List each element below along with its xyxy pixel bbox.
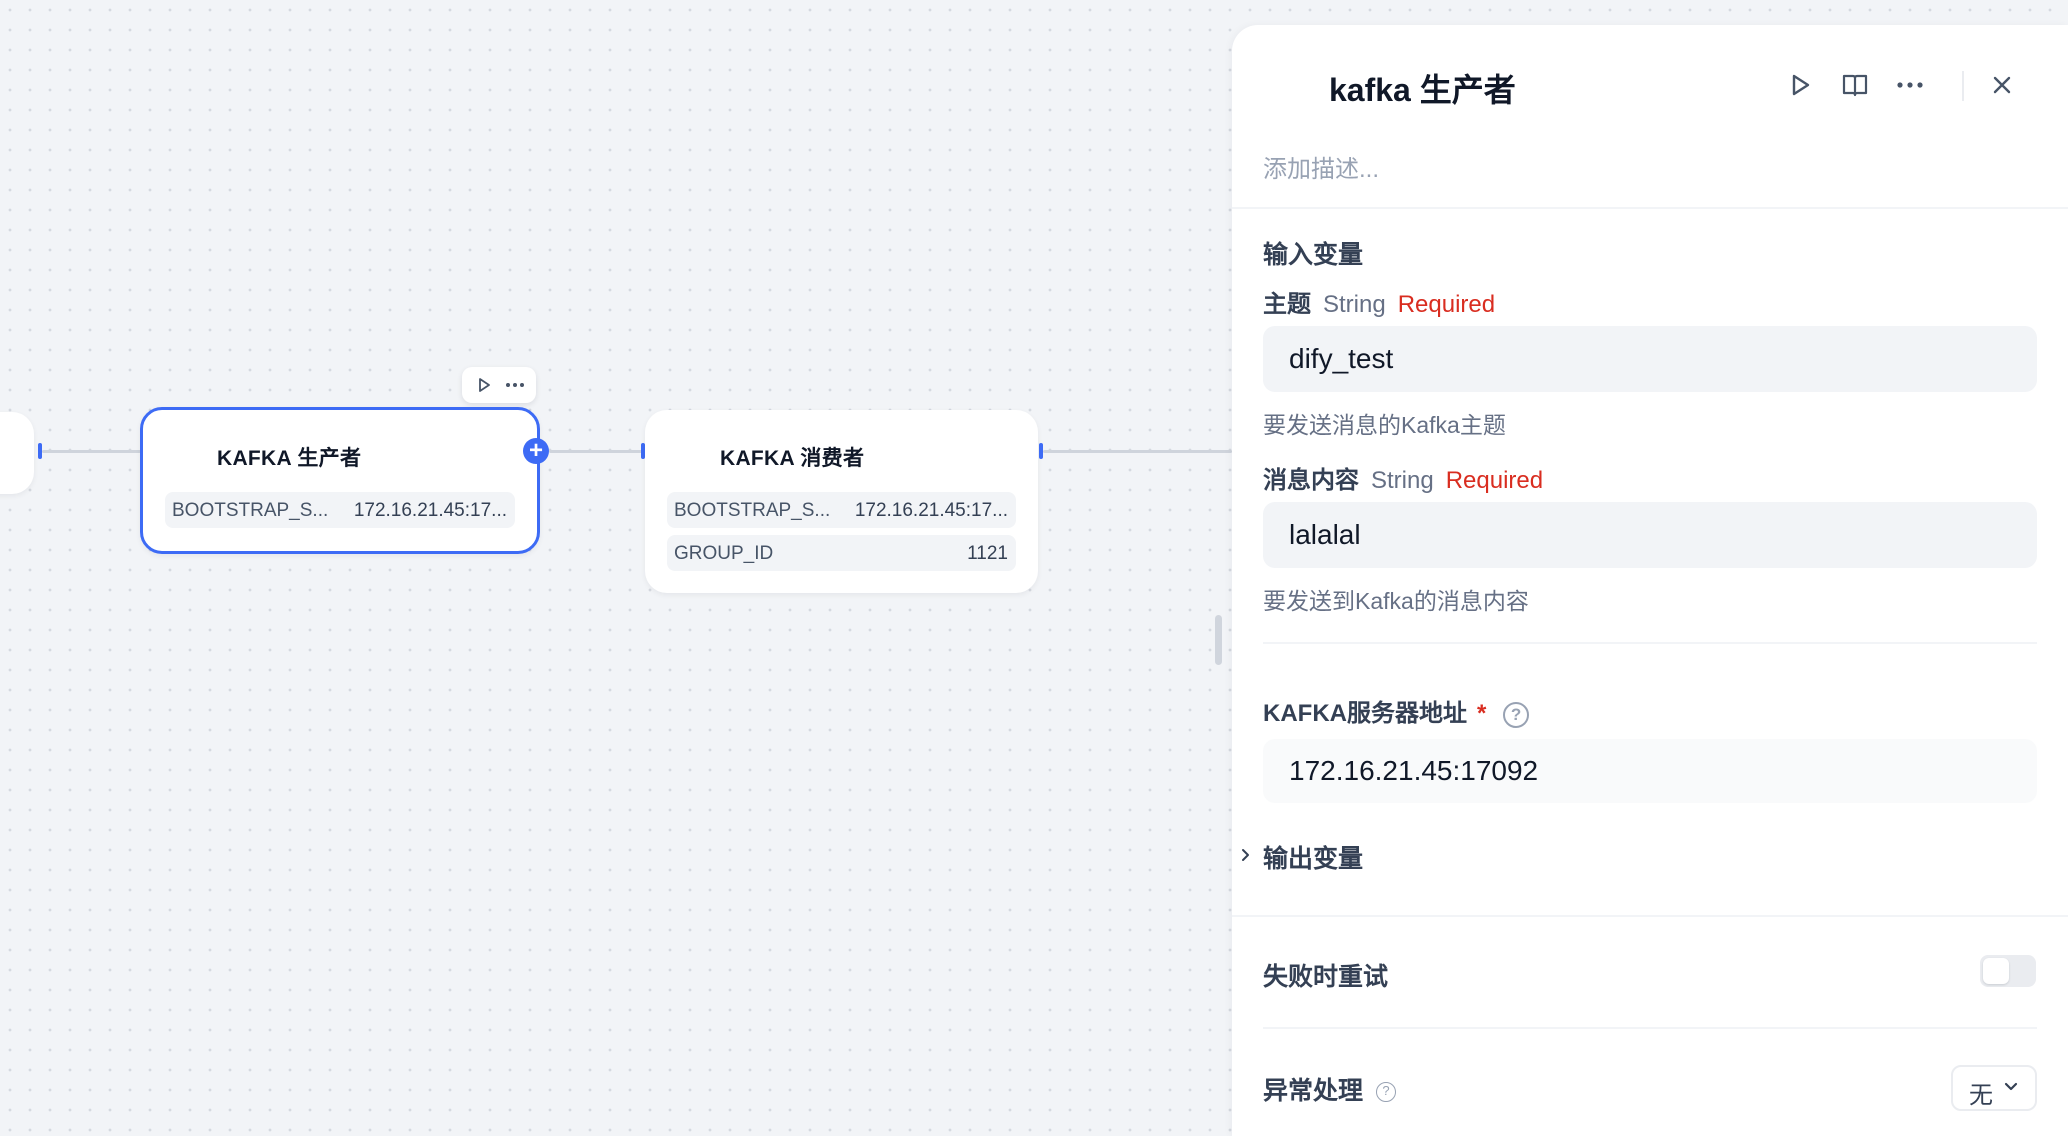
previous-node[interactable] <box>0 412 34 494</box>
required-mark: * <box>1477 700 1487 727</box>
play-icon <box>1792 74 1810 96</box>
edge-previous-to-producer <box>42 450 142 453</box>
edge-consumer-to-next <box>1043 450 1232 453</box>
chevron-down-icon <box>2004 1082 2018 1091</box>
field-type: String <box>1323 291 1386 318</box>
server-address-input[interactable]: 172.16.21.45:17092 <box>1263 739 2037 803</box>
header-separator <box>1962 71 1964 101</box>
node-title: KAFKA 生产者 <box>217 447 362 470</box>
book-icon <box>1842 74 1868 97</box>
divider <box>1263 1027 2037 1029</box>
panel-resize-handle[interactable] <box>1215 615 1222 665</box>
message-input[interactable]: lalalal <box>1263 502 2037 568</box>
divider <box>1232 915 2068 917</box>
divider <box>1263 642 2037 644</box>
server-address-label: KAFKA服务器地址 * ? <box>1263 693 1530 728</box>
error-handling-label: 异常处理 ? <box>1263 1071 1396 1107</box>
more-icon[interactable] <box>504 376 526 394</box>
select-value: 无 <box>1969 1082 1993 1109</box>
close-icon <box>1993 76 2011 94</box>
param-key: BOOTSTRAP_S... <box>674 500 831 521</box>
more-icon <box>1897 82 1923 88</box>
help-icon[interactable]: ? <box>1375 1082 1396 1103</box>
kafka-producer-node[interactable]: KAFKA 生产者 BOOTSTRAP_S... 172.16.21.45:17… <box>140 407 540 554</box>
description-input[interactable]: 添加描述... <box>1263 149 1379 184</box>
error-handling-select[interactable]: 无 <box>1951 1065 2037 1111</box>
retry-toggle[interactable] <box>1980 955 2036 987</box>
close-panel-button[interactable] <box>1984 67 2020 103</box>
param-key: BOOTSTRAP_S... <box>172 500 329 521</box>
node-param-row: BOOTSTRAP_S... 172.16.21.45:17... <box>165 492 515 528</box>
message-hint: 要发送到Kafka的消息内容 <box>1263 588 1529 614</box>
docs-button[interactable] <box>1837 67 1873 103</box>
field-required: Required <box>1445 467 1544 494</box>
chevron-right-icon <box>1242 849 1249 861</box>
more-options-button[interactable] <box>1892 67 1928 103</box>
node-param-row: GROUP_ID 1121 <box>667 535 1016 571</box>
add-node-button[interactable]: + <box>523 438 549 464</box>
play-icon[interactable] <box>475 376 493 394</box>
node-title: KAFKA 消费者 <box>720 447 865 470</box>
panel-title[interactable]: kafka 生产者 <box>1329 65 1516 111</box>
kafka-consumer-node[interactable]: KAFKA 消费者 BOOTSTRAP_S... 172.16.21.45:17… <box>645 410 1038 593</box>
param-value: 172.16.21.45:17... <box>353 500 507 521</box>
output-variables-toggle[interactable]: 输出变量 <box>1240 835 1440 875</box>
field-required: Required <box>1397 291 1496 318</box>
edge-producer-to-consumer <box>549 450 643 453</box>
toggle-knob <box>1983 958 2009 984</box>
error-handling-text: 异常处理 <box>1263 1077 1364 1105</box>
message-field-label: 消息内容 String Required <box>1263 460 1543 495</box>
param-key: GROUP_ID <box>674 543 774 564</box>
node-toolbar <box>462 367 536 403</box>
field-name: KAFKA服务器地址 <box>1263 700 1467 727</box>
input-variables-title: 输入变量 <box>1263 241 1364 269</box>
field-name: 主题 <box>1263 291 1311 318</box>
output-variables-title: 输出变量 <box>1263 845 1364 873</box>
run-node-button[interactable] <box>1782 67 1818 103</box>
param-value: 172.16.21.45:17... <box>854 500 1008 521</box>
help-icon[interactable]: ? <box>1503 701 1530 728</box>
topic-input[interactable]: dify_test <box>1263 326 2037 392</box>
divider <box>1232 207 2068 209</box>
node-param-row: BOOTSTRAP_S... 172.16.21.45:17... <box>667 492 1016 528</box>
topic-hint: 要发送消息的Kafka主题 <box>1263 412 1506 438</box>
workflow-canvas[interactable]: KAFKA 生产者 BOOTSTRAP_S... 172.16.21.45:17… <box>0 0 1232 1136</box>
param-value: 1121 <box>967 543 1008 564</box>
field-name: 消息内容 <box>1263 467 1359 494</box>
field-type: String <box>1371 467 1434 494</box>
topic-field-label: 主题 String Required <box>1263 284 1495 319</box>
retry-on-failure-label: 失败时重试 <box>1263 963 1389 991</box>
node-config-panel: kafka 生产者 添加描述... 输入变量 主题 String Required … <box>1232 25 2068 1136</box>
